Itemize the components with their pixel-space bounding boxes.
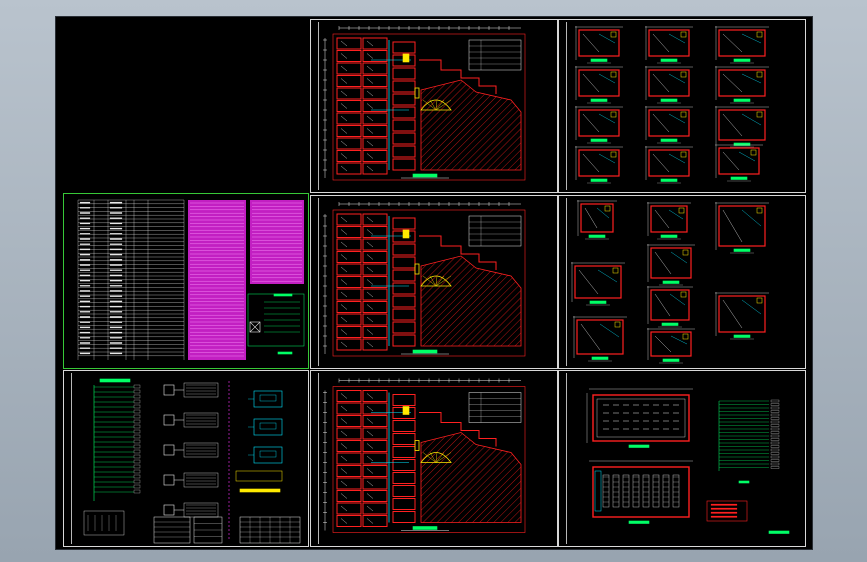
drawing-canvas[interactable] bbox=[55, 16, 813, 550]
sheet-floor-plan-1[interactable] bbox=[310, 19, 558, 193]
sheet-system-diagram[interactable] bbox=[63, 370, 309, 547]
sheet-floor-plan-2[interactable] bbox=[310, 195, 558, 369]
schedule-geometry bbox=[77, 199, 305, 360]
floor-plan-geometry bbox=[323, 26, 526, 181]
floor-plan-drawing bbox=[323, 378, 526, 533]
sheet-room-details-2[interactable] bbox=[558, 195, 806, 369]
sheet-floor-plan-3[interactable] bbox=[310, 370, 558, 547]
floor-plan-drawing bbox=[323, 202, 526, 357]
floor-plan-drawing bbox=[323, 26, 526, 181]
sheet-hall-plan[interactable] bbox=[558, 370, 806, 547]
room-details-drawing bbox=[575, 26, 769, 184]
room-details-geometry bbox=[571, 200, 769, 364]
hall-plan-drawing bbox=[586, 388, 790, 534]
schedule-drawing bbox=[77, 199, 305, 360]
sheet-blank bbox=[56, 17, 308, 193]
floor-plan-geometry bbox=[323, 378, 526, 533]
diagram-geometry bbox=[83, 378, 301, 544]
hall-plan-geometry bbox=[586, 388, 790, 534]
sheet-notes-schedule[interactable] bbox=[63, 193, 309, 369]
floor-plan-geometry bbox=[323, 202, 526, 357]
room-details-drawing bbox=[571, 200, 769, 364]
sheet-room-details-1[interactable] bbox=[558, 19, 806, 193]
room-details-geometry bbox=[575, 26, 769, 184]
system-diagram-drawing bbox=[83, 378, 301, 544]
